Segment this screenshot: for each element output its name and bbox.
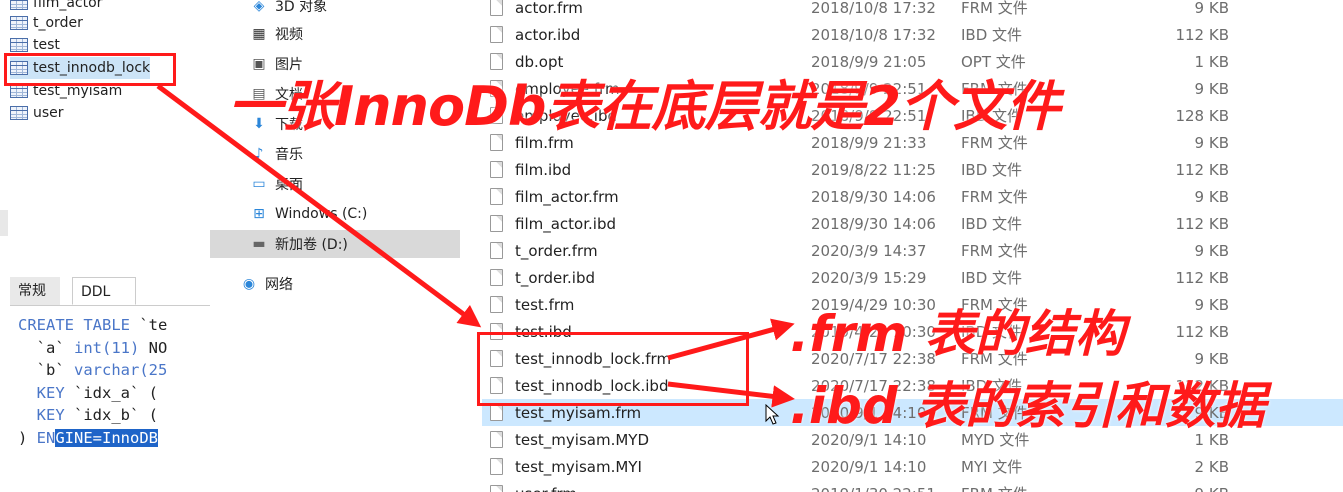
arrow-ibd xyxy=(667,381,795,408)
arrow-frm xyxy=(667,318,795,361)
mouse-cursor-icon xyxy=(765,404,780,425)
annotation-ibd: .ibd 表的索引和数据 xyxy=(790,377,1266,435)
annotation-frm: .frm 表的结构 xyxy=(790,305,1125,363)
annotation-innodb-two-files: 一张InnoDb表在底层就是2个文件 xyxy=(228,75,1060,138)
